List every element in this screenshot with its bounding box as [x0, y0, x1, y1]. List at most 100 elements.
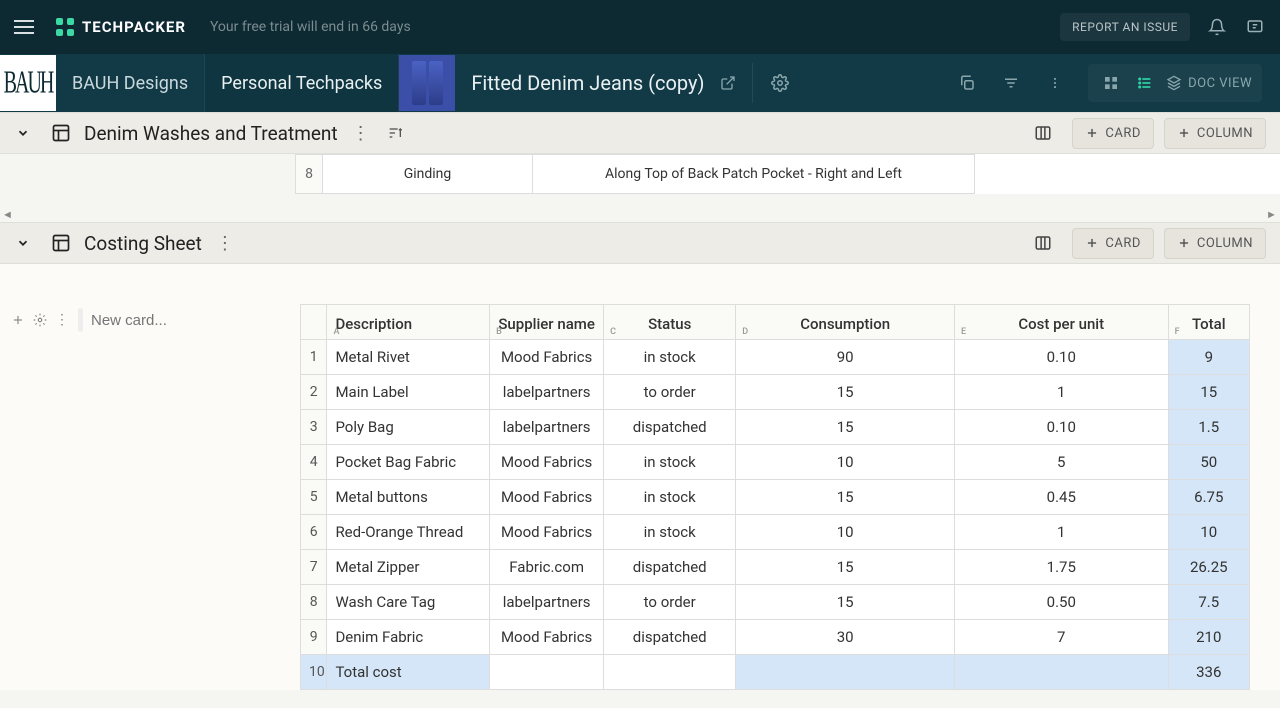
menu-icon[interactable] [14, 15, 38, 39]
cell-total[interactable]: 6.75 [1168, 480, 1249, 515]
cell-consumption[interactable]: 10 [736, 515, 955, 550]
cell-supplier[interactable]: Mood Fabrics [490, 480, 604, 515]
cell-status[interactable]: in stock [604, 480, 736, 515]
cell-status[interactable]: dispatched [604, 410, 736, 445]
table-row[interactable]: 8 Ginding Along Top of Back Patch Pocket… [295, 154, 1280, 194]
cell-description[interactable]: Metal Rivet [327, 340, 490, 375]
cell-consumption[interactable]: 10 [736, 445, 955, 480]
table-row[interactable]: 8Wash Care Taglabelpartnersto order150.5… [301, 585, 1250, 620]
open-in-new-icon[interactable] [720, 75, 736, 91]
cell-supplier[interactable]: labelpartners [490, 375, 604, 410]
cell-supplier[interactable]: Mood Fabrics [490, 620, 604, 655]
gear-icon[interactable] [769, 72, 791, 94]
col-total[interactable]: TotalF [1168, 305, 1249, 340]
filter-icon[interactable] [1000, 72, 1022, 94]
cell-status[interactable]: dispatched [604, 620, 736, 655]
cell-description[interactable]: Poly Bag [327, 410, 490, 445]
report-issue-button[interactable]: REPORT AN ISSUE [1060, 13, 1190, 41]
chevron-down-icon[interactable] [14, 124, 32, 142]
cell-supplier[interactable]: Mood Fabrics [490, 445, 604, 480]
cell-cost-per-unit[interactable]: 1 [954, 375, 1168, 410]
gear-icon[interactable] [32, 312, 48, 328]
cell-description[interactable]: Red-Orange Thread [327, 515, 490, 550]
techpack-thumbnail[interactable] [399, 55, 455, 111]
cell-cost-per-unit[interactable]: 0.10 [954, 410, 1168, 445]
cell-status[interactable]: dispatched [604, 550, 736, 585]
copy-icon[interactable] [956, 72, 978, 94]
cell-supplier[interactable]: Mood Fabrics [490, 515, 604, 550]
table-row[interactable]: 9Denim FabricMood Fabricsdispatched30721… [301, 620, 1250, 655]
list-view-button[interactable] [1132, 70, 1158, 96]
cell-total[interactable]: 1.5 [1168, 410, 1249, 445]
cell-supplier[interactable]: labelpartners [490, 585, 604, 620]
section-menu-icon[interactable]: ⋮ [352, 123, 370, 144]
cell-total[interactable]: 7.5 [1168, 585, 1249, 620]
cell-total[interactable]: 9 [1168, 340, 1249, 375]
cell-consumption[interactable]: 15 [736, 480, 955, 515]
cell-description[interactable]: Wash Care Tag [327, 585, 490, 620]
cell-consumption[interactable]: 15 [736, 375, 955, 410]
cell-description[interactable]: Metal buttons [327, 480, 490, 515]
bell-icon[interactable] [1206, 16, 1228, 38]
cell-status[interactable]: in stock [604, 340, 736, 375]
cell-cost-per-unit[interactable]: 1 [954, 515, 1168, 550]
cell-cost-per-unit[interactable]: 5 [954, 445, 1168, 480]
table-row[interactable]: 1Metal RivetMood Fabricsin stock900.109 [301, 340, 1250, 375]
location-cell[interactable]: Along Top of Back Patch Pocket - Right a… [533, 154, 975, 194]
col-supplier[interactable]: Supplier nameB [490, 305, 604, 340]
cell-cost-per-unit[interactable]: 0.50 [954, 585, 1168, 620]
cell-cost-per-unit[interactable]: 1.75 [954, 550, 1168, 585]
scroll-right-icon[interactable]: ► [1266, 208, 1278, 222]
table-row[interactable]: 5Metal buttonsMood Fabricsin stock150.45… [301, 480, 1250, 515]
col-cost-per-unit[interactable]: Cost per unitE [954, 305, 1168, 340]
cell-description[interactable]: Pocket Bag Fabric [327, 445, 490, 480]
breadcrumb-brand[interactable]: BAUH Designs [56, 54, 205, 112]
col-status[interactable]: StatusC [604, 305, 736, 340]
treatment-cell[interactable]: Ginding [323, 154, 533, 194]
table-row[interactable]: 3Poly Baglabelpartnersdispatched150.101.… [301, 410, 1250, 445]
grid-view-button[interactable] [1098, 70, 1124, 96]
add-column-button[interactable]: COLUMN [1164, 118, 1266, 149]
add-card-button[interactable]: CARD [1072, 228, 1153, 259]
cell-supplier[interactable]: Fabric.com [490, 550, 604, 585]
cell-consumption[interactable]: 15 [736, 550, 955, 585]
new-card-input[interactable] [91, 312, 290, 329]
cell-status[interactable]: to order [604, 585, 736, 620]
more-icon[interactable] [1044, 72, 1066, 94]
cell-status[interactable]: to order [604, 375, 736, 410]
more-icon[interactable]: ⋮ [54, 312, 70, 328]
cell-description[interactable]: Main Label [327, 375, 490, 410]
logo[interactable]: TECHPACKER [56, 18, 186, 36]
brand-thumbnail[interactable]: BAUH [0, 55, 56, 111]
cell-supplier[interactable]: labelpartners [490, 410, 604, 445]
sort-icon[interactable] [384, 122, 406, 144]
add-column-button[interactable]: COLUMN [1164, 228, 1266, 259]
breadcrumb-folder[interactable]: Personal Techpacks [205, 54, 399, 112]
cell-total[interactable]: 26.25 [1168, 550, 1249, 585]
cell-cost-per-unit[interactable]: 7 [954, 620, 1168, 655]
col-consumption[interactable]: ConsumptionD [736, 305, 955, 340]
table-row[interactable]: 2Main Labellabelpartnersto order15115 [301, 375, 1250, 410]
cell-consumption[interactable]: 30 [736, 620, 955, 655]
cell-total[interactable]: 10 [1168, 515, 1249, 550]
columns-icon[interactable] [1032, 232, 1054, 254]
cell-total[interactable]: 210 [1168, 620, 1249, 655]
chevron-down-icon[interactable] [14, 234, 32, 252]
cell-status[interactable]: in stock [604, 515, 736, 550]
table-row[interactable]: 4Pocket Bag FabricMood Fabricsin stock10… [301, 445, 1250, 480]
add-icon[interactable] [10, 312, 26, 328]
columns-icon[interactable] [1032, 122, 1054, 144]
add-card-button[interactable]: CARD [1072, 118, 1153, 149]
col-description[interactable]: DescriptionA [327, 305, 490, 340]
cell-supplier[interactable]: Mood Fabrics [490, 340, 604, 375]
cell-cost-per-unit[interactable]: 0.45 [954, 480, 1168, 515]
table-row[interactable]: 6Red-Orange ThreadMood Fabricsin stock10… [301, 515, 1250, 550]
scroll-left-icon[interactable]: ◄ [2, 208, 14, 222]
cell-consumption[interactable]: 15 [736, 410, 955, 445]
cell-consumption[interactable]: 90 [736, 340, 955, 375]
doc-view-button[interactable]: DOC VIEW [1166, 75, 1252, 91]
cell-cost-per-unit[interactable]: 0.10 [954, 340, 1168, 375]
table-row[interactable]: 7Metal ZipperFabric.comdispatched151.752… [301, 550, 1250, 585]
cell-total[interactable]: 15 [1168, 375, 1249, 410]
cell-description[interactable]: Denim Fabric [327, 620, 490, 655]
